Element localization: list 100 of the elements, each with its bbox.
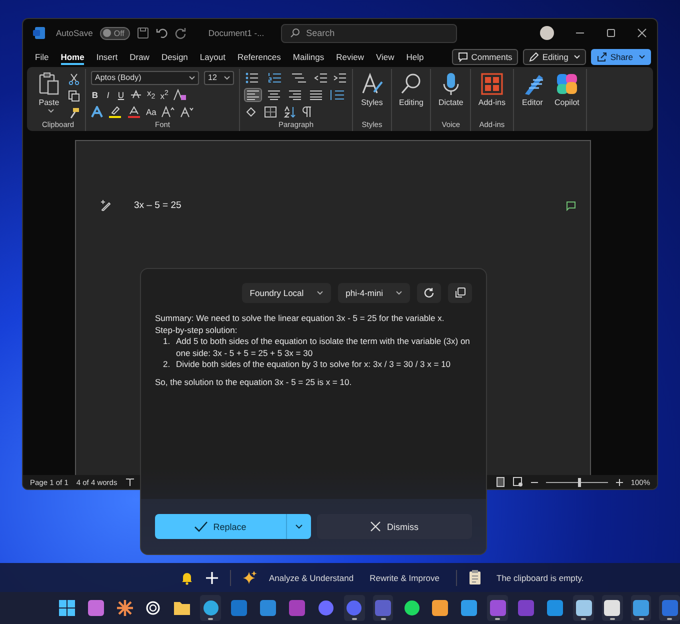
regenerate-button[interactable] [417, 283, 441, 303]
web-layout-icon[interactable] [512, 477, 523, 487]
ribbon-tab[interactable]: File [29, 49, 55, 65]
model-dropdown[interactable]: phi-4-mini [338, 283, 410, 303]
script-toggle[interactable]: x$^{2}$ [160, 88, 168, 100]
provider-dropdown[interactable]: Foundry Local [242, 283, 331, 303]
book-icon[interactable] [125, 478, 136, 486]
bell-icon[interactable] [180, 570, 194, 584]
app-tile-icon [460, 600, 477, 616]
step-text: Divide both sides of the equation by 3 to solve for x: 3x / 3 = 30 / 3 x = 10 [176, 359, 451, 370]
font-family-field[interactable]: Aptos (Body) [91, 70, 199, 84]
app-tile-icon [374, 600, 391, 616]
dismiss-button[interactable]: Dismiss [316, 514, 472, 539]
plus-icon[interactable] [206, 572, 218, 584]
maximize-icon[interactable] [606, 28, 616, 38]
share-button[interactable]: Share [591, 49, 651, 65]
change-case-button[interactable]: Aa [146, 106, 156, 116]
copy-button[interactable] [448, 283, 472, 303]
ribbon-button[interactable]: Editing [397, 71, 426, 108]
sparkle-pen-icon[interactable] [100, 199, 112, 211]
text-effects-icon[interactable] [91, 106, 103, 118]
copy-icon[interactable] [68, 90, 80, 102]
print-layout-icon[interactable] [496, 477, 505, 487]
document-title: Document1 -... [208, 28, 264, 38]
borders-icon[interactable] [264, 106, 278, 118]
ribbon-button[interactable]: Copilot [552, 71, 582, 108]
line-spacing-icon[interactable] [329, 88, 345, 100]
clipboard-icon [38, 72, 60, 96]
search-field[interactable]: Search [281, 24, 458, 42]
caret-icon [48, 109, 54, 113]
font-size-field[interactable]: 12 [204, 70, 234, 84]
multilevel-list-icon[interactable] [291, 72, 309, 84]
sparkle-icon [243, 570, 257, 584]
font-color-icon[interactable] [127, 106, 141, 118]
alignment-button[interactable] [266, 88, 282, 100]
clear-format-icon[interactable] [173, 88, 188, 100]
app-tile-icon [260, 600, 276, 616]
avatar[interactable] [540, 26, 554, 40]
align-icon [268, 90, 280, 100]
ribbon-tab[interactable]: View [370, 49, 400, 65]
ribbon-button[interactable]: Dictate [436, 71, 466, 108]
ribbon-tab[interactable]: Draw [124, 49, 156, 65]
assistant-action[interactable]: Rewrite & Improve [370, 572, 440, 582]
clipboard-icon[interactable] [468, 570, 480, 585]
alignment-button[interactable] [308, 88, 324, 100]
replace-button[interactable]: Replace [155, 514, 286, 539]
ribbon-tab[interactable]: References [231, 49, 287, 65]
app-tile-icon [288, 600, 305, 616]
ribbon-tab[interactable]: Design [155, 49, 194, 65]
caret-icon[interactable] [294, 524, 302, 529]
ribbon-tab[interactable]: Home [54, 49, 90, 65]
ribbon-tab[interactable]: Mailings [286, 49, 330, 65]
save-icon[interactable] [137, 27, 150, 39]
ribbon-tab[interactable]: Insert [90, 49, 124, 65]
caret-icon [224, 76, 230, 80]
ribbon-tab[interactable]: Layout [194, 49, 232, 65]
search-icon [290, 28, 300, 38]
comment-add-icon[interactable] [565, 200, 576, 210]
ribbon-tab[interactable]: Help [400, 49, 430, 65]
format-toggle[interactable]: I [104, 90, 112, 100]
ribbon-tab[interactable]: Review [330, 49, 370, 65]
strikethrough-icon[interactable] [130, 88, 142, 100]
comments-button[interactable]: Comments [452, 49, 518, 65]
editing-mode-button[interactable]: Editing [523, 49, 586, 65]
assistant-action[interactable]: Analyze & Understand [269, 572, 354, 582]
script-toggle[interactable]: x$_{2}$ [147, 88, 156, 101]
decrease-indent-icon[interactable] [314, 72, 328, 84]
autosave-toggle[interactable]: Off [100, 26, 130, 40]
zoom-in-icon[interactable] [616, 478, 623, 486]
shrink-font-icon[interactable] [180, 106, 194, 118]
grow-font-icon[interactable] [161, 106, 176, 118]
styles-icon [360, 72, 384, 96]
format-toggle[interactable]: U [117, 90, 125, 100]
scissors-icon[interactable] [68, 73, 80, 85]
taskbar-app[interactable] [573, 595, 594, 621]
format-toggle[interactable]: B [91, 90, 99, 100]
replace-split-button[interactable]: Replace [155, 514, 310, 539]
app-circle-icon [404, 600, 420, 616]
alignment-button[interactable] [287, 88, 303, 100]
paste-button[interactable]: Paste [36, 71, 62, 114]
app-circle-icon [318, 600, 334, 616]
taskbar-app[interactable] [602, 595, 623, 621]
paintbrush-icon[interactable] [68, 107, 80, 119]
alignment-button[interactable] [245, 88, 261, 100]
close-icon[interactable] [637, 28, 647, 38]
checkmark-icon [194, 520, 208, 532]
undo-icon[interactable] [156, 27, 168, 39]
ribbon-button[interactable]: Editor [518, 71, 546, 108]
sort-icon[interactable] [283, 106, 297, 118]
step-number: 1. [163, 336, 171, 348]
ribbon-button[interactable]: Add-ins [476, 71, 508, 108]
highlighter-icon[interactable] [108, 106, 122, 118]
ribbon-button[interactable]: Styles [358, 71, 386, 108]
redo-icon[interactable] [175, 27, 188, 39]
comment-icon [458, 52, 468, 62]
pilcrow-icon[interactable] [302, 106, 312, 118]
taskbar-app[interactable] [200, 595, 222, 621]
pencil-icon [529, 52, 540, 62]
increase-indent-icon[interactable] [333, 72, 347, 84]
caret-icon [396, 291, 402, 295]
